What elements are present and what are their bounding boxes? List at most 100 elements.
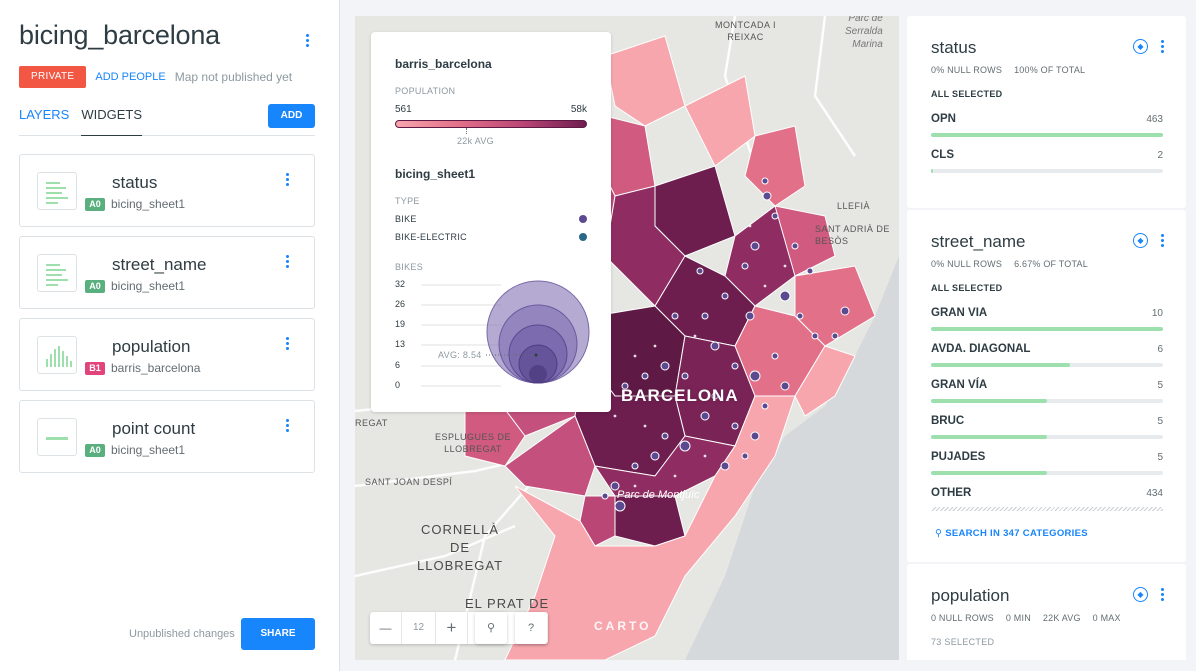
add-people-link[interactable]: ADD PEOPLE <box>95 71 165 83</box>
category-item[interactable]: OTHER 434 <box>931 487 1163 513</box>
category-bar <box>931 435 1163 439</box>
stat-null-rows: 0 NULL ROWS <box>931 613 994 623</box>
search-categories-link[interactable]: ⚲ SEARCH IN 347 CATEGORIES <box>935 528 1088 539</box>
autostyle-icon[interactable]: ◆ <box>1133 587 1148 602</box>
widget-stats: 0% NULL ROWS 6.67% OF TOTAL <box>931 259 1088 269</box>
category-item[interactable]: GRAN VIA 10 <box>931 307 1163 333</box>
widget-stats: 0 NULL ROWS 0 MIN 22K AVG 0 MAX <box>931 613 1121 623</box>
widget-card-name: street_name <box>112 255 207 274</box>
stat-null-rows: 0% NULL ROWS <box>931 259 1003 269</box>
category-count: 5 <box>1157 380 1163 391</box>
category-widget-icon <box>37 172 77 210</box>
category-count: 2 <box>1157 150 1163 161</box>
place-label: EL PRAT DE <box>465 596 550 611</box>
stat-max: 0 MAX <box>1092 613 1121 623</box>
search-categories-label: SEARCH IN 347 CATEGORIES <box>945 528 1088 539</box>
layer-badge: A0 <box>85 279 105 293</box>
layer-badge: A0 <box>85 443 105 457</box>
category-label: GRAN VÍA <box>931 379 988 391</box>
category-label: GRAN VIA <box>931 307 988 319</box>
map-options-icon[interactable] <box>302 34 312 49</box>
widgets-panel: status ◆ 0% NULL ROWS 100% OF TOTAL ALL … <box>907 16 1186 660</box>
category-count: 6 <box>1157 344 1163 355</box>
sidebar-footer: Unpublished changes SHARE <box>0 618 340 650</box>
legend-avg: 22k AVG <box>457 136 494 146</box>
selection-status: ALL SELECTED <box>931 283 1003 293</box>
place-label: ESPLUGUES DE LLOBREGAT <box>435 432 512 454</box>
widget-options-icon[interactable] <box>282 255 292 270</box>
map-title[interactable]: bicing_barcelona <box>19 20 220 51</box>
search-icon[interactable]: ⚲ <box>475 612 507 644</box>
widget-card-source: bicing_sheet1 <box>111 443 186 457</box>
carto-logo: CARTO <box>594 619 652 633</box>
selection-status: ALL SELECTED <box>931 89 1003 99</box>
park-label: Parc de Montjuïc <box>617 489 700 501</box>
widget-card-source: barris_barcelona <box>111 361 201 375</box>
widget-options-icon[interactable] <box>1157 40 1167 55</box>
editor-sidebar: bicing_barcelona PRIVATE ADD PEOPLE Map … <box>0 0 340 671</box>
layer-badge: A0 <box>85 197 105 211</box>
privacy-button[interactable]: PRIVATE <box>19 66 87 88</box>
category-count: 5 <box>1157 452 1163 463</box>
add-widget-button[interactable]: ADD <box>268 104 315 128</box>
category-item[interactable]: OPN 463 <box>931 113 1163 139</box>
share-button[interactable]: SHARE <box>241 618 315 650</box>
color-ramp <box>395 120 587 128</box>
category-bar <box>931 133 1163 137</box>
place-label: LLEFIÀ <box>837 201 871 211</box>
search-icon: ⚲ <box>935 528 946 539</box>
category-item[interactable]: CLS 2 <box>931 149 1163 175</box>
tab-widgets[interactable]: WIDGETS <box>81 104 143 136</box>
category-item[interactable]: GRAN VÍA 5 <box>931 379 1163 405</box>
widget-card-name: population <box>112 337 191 356</box>
legend-type-item: BIKE-ELECTRIC <box>395 232 467 242</box>
legend-max: 58k <box>570 104 587 115</box>
widget-options-icon[interactable] <box>282 337 292 352</box>
stat-null-rows: 0% NULL ROWS <box>931 65 1003 75</box>
autostyle-icon[interactable]: ◆ <box>1133 233 1148 248</box>
editor-tabs: LAYERS WIDGETS ADD <box>19 104 315 136</box>
histogram-widget-icon <box>37 336 77 374</box>
widget-options-icon[interactable] <box>1157 234 1167 249</box>
category-count: 434 <box>1146 488 1163 499</box>
publish-row: PRIVATE ADD PEOPLE Map not published yet <box>19 66 292 88</box>
place-label: SANT ADRIÀ DE BESÒS <box>815 224 890 246</box>
widget-card-point-count[interactable]: point count A0 bicing_sheet1 <box>19 400 315 473</box>
legend-bike-swatch <box>579 215 587 223</box>
selection-status: 73 SELECTED <box>931 637 995 647</box>
publish-status: Map not published yet <box>174 70 293 84</box>
widget-options-icon[interactable] <box>1157 588 1167 603</box>
widget-card-name: status <box>112 173 158 192</box>
widget-title: status <box>931 38 977 57</box>
category-label: OPN <box>931 113 956 125</box>
zoom-in-button[interactable]: + <box>436 612 468 644</box>
size-legend-bubbles <box>421 280 590 387</box>
category-bar <box>931 399 1163 403</box>
help-button[interactable]: ? <box>515 612 547 644</box>
street-name-widget: street_name ◆ 0% NULL ROWS 6.67% OF TOTA… <box>907 210 1186 562</box>
widget-card-name: point count <box>112 419 196 438</box>
category-count: 5 <box>1157 416 1163 427</box>
stat-total: 6.67% OF TOTAL <box>1014 259 1088 269</box>
category-item[interactable]: AVDA. DIAGONAL 6 <box>931 343 1163 369</box>
category-item[interactable]: PUJADES 5 <box>931 451 1163 477</box>
place-label: SANT JOAN DESPÍ <box>365 477 453 487</box>
tab-layers[interactable]: LAYERS <box>19 104 69 136</box>
legend-attribute: POPULATION <box>395 86 456 96</box>
widget-card-street-name[interactable]: street_name A0 bicing_sheet1 <box>19 236 315 309</box>
legend-layer-title: barris_barcelona <box>395 57 492 71</box>
zoom-out-button[interactable]: — <box>370 612 402 644</box>
category-bar <box>931 507 1163 511</box>
place-label: CORNELLÀ DE LLOBREGAT <box>417 522 504 573</box>
widget-card-status[interactable]: status A0 bicing_sheet1 <box>19 154 315 227</box>
legend-size-avg: AVG: 8.54 <box>438 350 482 360</box>
legend-type-label: TYPE <box>395 196 420 206</box>
category-item[interactable]: BRUC 5 <box>931 415 1163 441</box>
category-bar <box>931 363 1163 367</box>
category-bar <box>931 169 1163 173</box>
widget-options-icon[interactable] <box>282 419 292 434</box>
widget-options-icon[interactable] <box>282 173 292 188</box>
widget-card-population[interactable]: population B1 barris_barcelona <box>19 318 315 391</box>
category-widget-icon <box>37 254 77 292</box>
autostyle-icon[interactable]: ◆ <box>1133 39 1148 54</box>
